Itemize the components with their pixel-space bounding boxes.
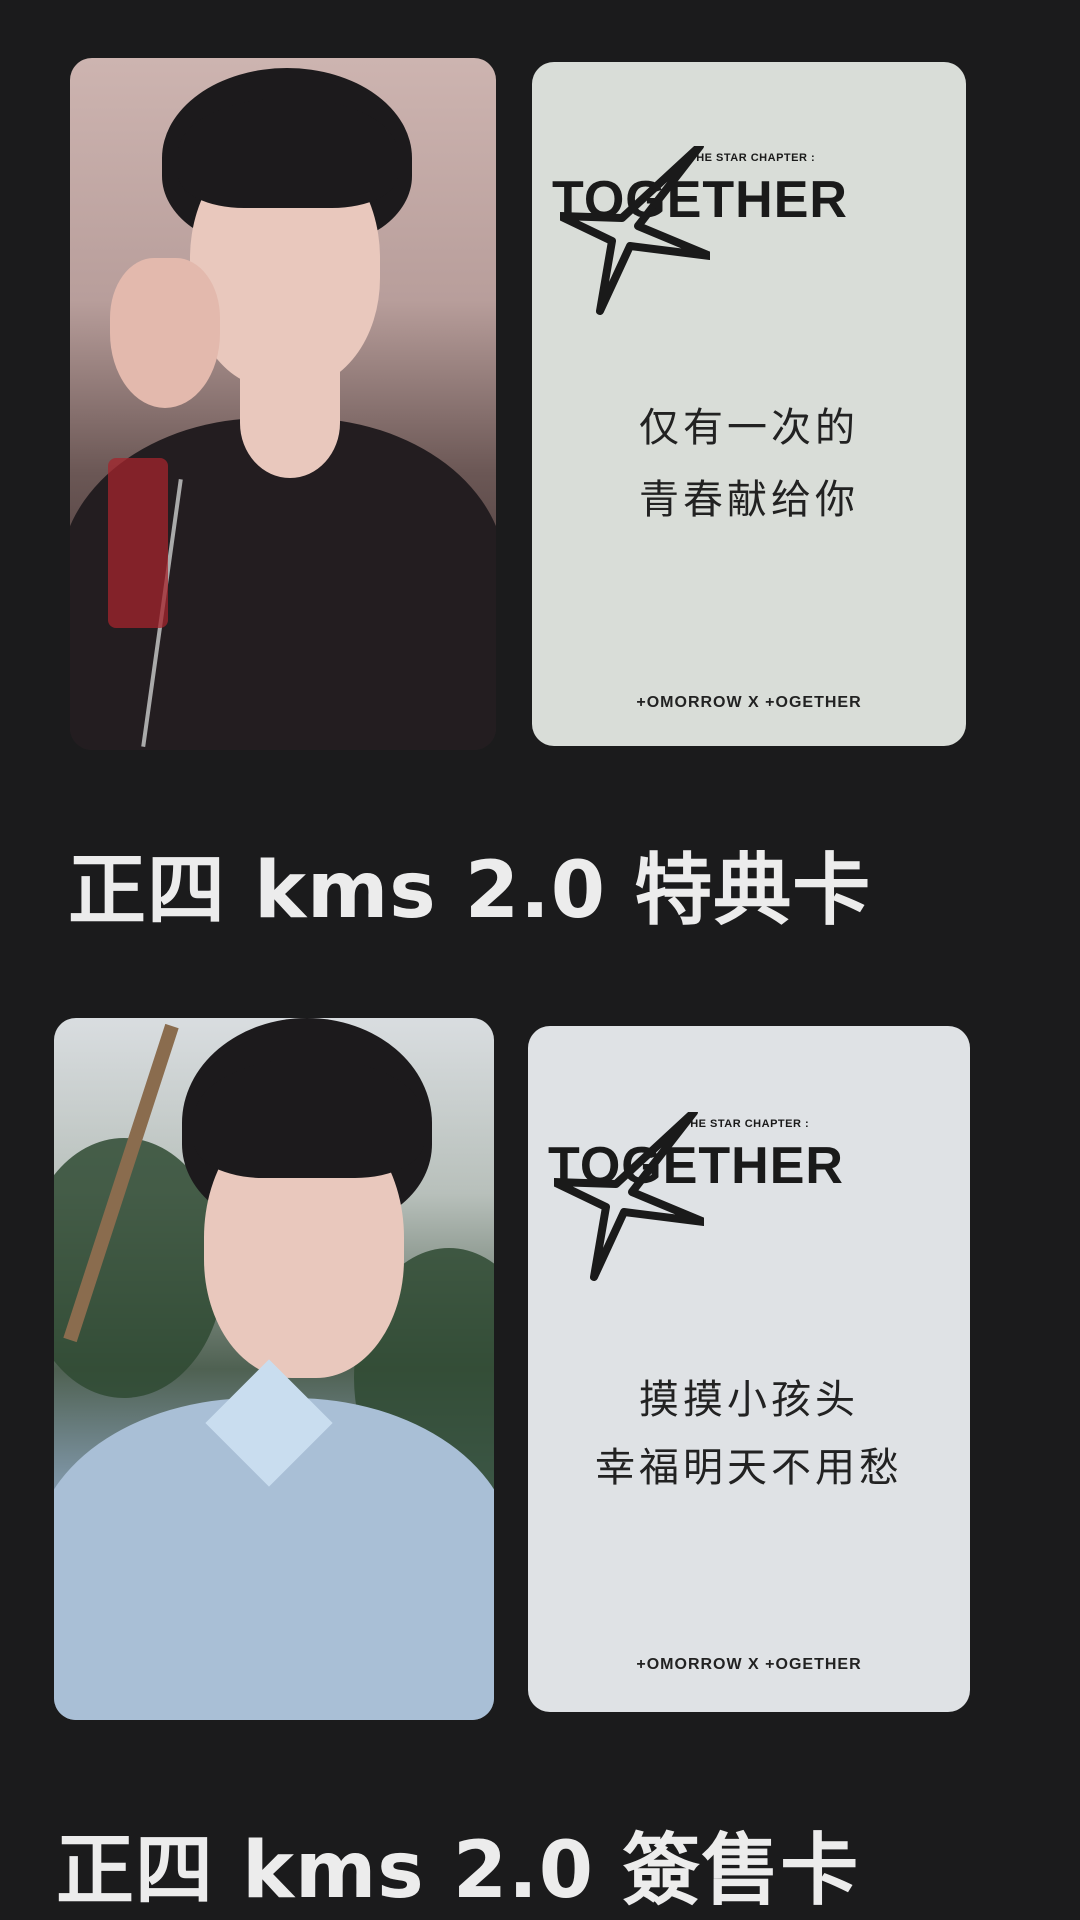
hand-shape	[110, 258, 220, 408]
caption-special-card: 正四 kms 2.0 特典卡	[68, 846, 872, 936]
together-logo: THE STAR CHAPTER : TOGETHER	[528, 1112, 970, 1281]
fringe-shape	[194, 1058, 424, 1178]
photocard-back-2[interactable]: THE STAR CHAPTER : TOGETHER 摸摸小孩头 幸福明天不用…	[528, 1026, 970, 1712]
photocard-front-2[interactable]	[54, 1018, 494, 1720]
photocard-back-1[interactable]: THE STAR CHAPTER : TOGETHER 仅有一次的 青春献给你 …	[532, 62, 966, 746]
logo-word: TOGETHER	[548, 1137, 844, 1195]
logo-subtitle: THE STAR CHAPTER :	[683, 1118, 810, 1130]
message-line-1: 摸摸小孩头	[639, 1377, 859, 1423]
message-line-2: 幸福明天不用愁	[595, 1445, 903, 1491]
together-logo: THE STAR CHAPTER : TOGETHER	[532, 146, 966, 315]
message-line-1: 仅有一次的	[639, 405, 859, 451]
card-footer: +OMORROW X +OGETHER	[636, 694, 862, 711]
photocard-front-1[interactable]	[70, 58, 496, 750]
card-footer: +OMORROW X +OGETHER	[636, 1656, 862, 1673]
logo-word: TOGETHER	[552, 171, 848, 229]
print-graphic	[108, 458, 168, 628]
fringe-shape	[178, 98, 398, 208]
logo-subtitle: THE STAR CHAPTER :	[689, 152, 816, 164]
caption-signing-card: 正四 kms 2.0 簽售卡	[56, 1826, 860, 1916]
message-line-2: 青春献给你	[639, 477, 859, 523]
neck-shape	[240, 368, 340, 478]
